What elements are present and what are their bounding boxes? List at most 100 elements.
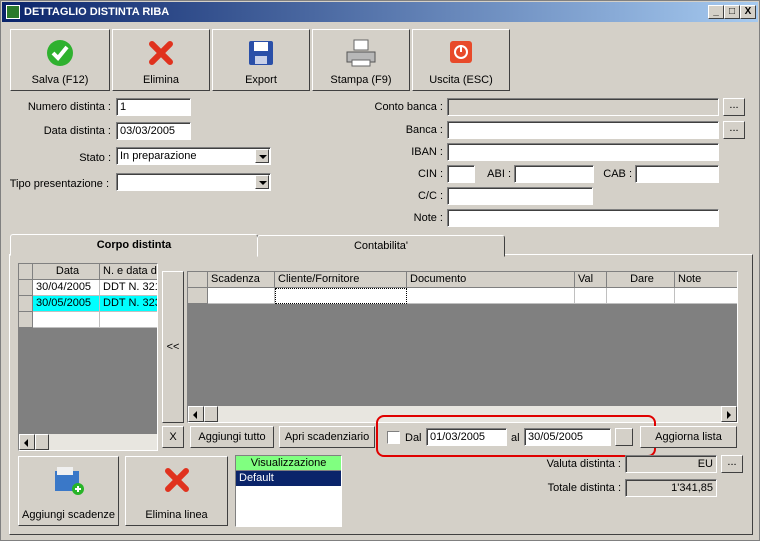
- chevron-down-icon[interactable]: [255, 175, 269, 189]
- delete-line-button[interactable]: Elimina linea: [125, 456, 228, 526]
- move-left-button[interactable]: <<: [162, 271, 184, 423]
- maximize-button[interactable]: □: [724, 5, 740, 19]
- close-button[interactable]: X: [740, 5, 756, 19]
- row-header: [19, 280, 33, 296]
- scroll-left-button[interactable]: [19, 434, 35, 450]
- exit-label: Uscita (ESC): [429, 74, 493, 86]
- main-window: DETTAGLIO DISTINTA RIBA _ □ X Salva (F12…: [0, 0, 760, 541]
- x-icon: [149, 41, 173, 65]
- left-hscrollbar[interactable]: [19, 434, 157, 450]
- dal-label: Dal: [405, 432, 422, 444]
- cin-field[interactable]: [447, 165, 475, 183]
- stato-value: In preparazione: [120, 150, 197, 162]
- table-cell[interactable]: DDT N. 321: [100, 280, 157, 296]
- title-bar: DETTAGLIO DISTINTA RIBA _ □ X: [2, 2, 758, 22]
- floppy-disk-icon: [249, 41, 273, 65]
- row-header: [19, 296, 33, 312]
- table-cell[interactable]: [407, 288, 575, 304]
- app-icon: [6, 5, 20, 19]
- print-button[interactable]: Stampa (F9): [312, 29, 410, 91]
- numero-label: Numero distinta :: [27, 101, 111, 113]
- delete-button[interactable]: Elimina: [112, 29, 210, 91]
- chevron-down-icon[interactable]: [255, 149, 269, 163]
- printer-icon: [346, 39, 376, 67]
- col-documento: Documento: [407, 272, 575, 288]
- banca-browse-button[interactable]: ...: [723, 121, 745, 139]
- scroll-left-button[interactable]: [188, 406, 204, 422]
- table-cell[interactable]: [208, 288, 275, 304]
- refresh-list-button[interactable]: Aggiorna lista: [640, 426, 737, 448]
- col-data: Data: [33, 264, 100, 280]
- stato-select[interactable]: In preparazione: [116, 147, 271, 165]
- table-cell-selected[interactable]: 30/05/2005: [33, 296, 100, 312]
- table-cell-focused[interactable]: [275, 288, 407, 304]
- folder-add-icon: [54, 467, 84, 495]
- dal-field[interactable]: 01/03/2005: [426, 428, 507, 446]
- note-field[interactable]: [447, 209, 719, 227]
- export-label: Export: [245, 74, 277, 86]
- table-cell[interactable]: [675, 288, 737, 304]
- minimize-button[interactable]: _: [708, 5, 724, 19]
- clear-button[interactable]: X: [162, 426, 184, 448]
- abi-field[interactable]: [514, 165, 594, 183]
- add-scadenze-button[interactable]: Aggiungi scadenze: [18, 456, 119, 526]
- row-header: [19, 312, 33, 328]
- add-scadenze-label: Aggiungi scadenze: [22, 509, 115, 521]
- exit-button[interactable]: Uscita (ESC): [412, 29, 510, 91]
- tipo-label: Tipo presentazione :: [9, 178, 109, 190]
- tipo-select[interactable]: [116, 173, 271, 191]
- cc-field[interactable]: [447, 187, 593, 205]
- banca-field[interactable]: [447, 121, 719, 139]
- valuta-browse-button[interactable]: ...: [721, 455, 743, 473]
- numero-field[interactable]: 1: [116, 98, 191, 116]
- tab-corpo-distinta[interactable]: Corpo distinta: [10, 234, 258, 256]
- date-picker-button[interactable]: [615, 428, 633, 446]
- right-grid[interactable]: Scadenza Cliente/Fornitore Documento Val…: [187, 271, 738, 423]
- totale-label: Totale distinta :: [547, 482, 621, 494]
- iban-label: IBAN :: [411, 146, 443, 158]
- table-cell[interactable]: [607, 288, 675, 304]
- cin-label: CIN :: [417, 168, 443, 180]
- note-label: Note :: [413, 212, 443, 224]
- cab-field[interactable]: [635, 165, 719, 183]
- valuta-field: EU: [625, 455, 717, 473]
- visualizzazione-list[interactable]: Visualizzazione Default: [235, 455, 342, 527]
- conto-label: Conto banca :: [374, 101, 444, 113]
- tab-contabilita[interactable]: Contabilita': [257, 235, 505, 257]
- visualizzazione-header: Visualizzazione: [236, 456, 341, 471]
- export-button[interactable]: Export: [212, 29, 310, 91]
- col-val: Val: [575, 272, 607, 288]
- al-field[interactable]: 30/05/2005: [524, 428, 611, 446]
- delete-line-label: Elimina linea: [145, 509, 208, 521]
- scroll-thumb[interactable]: [35, 434, 49, 450]
- table-cell[interactable]: [575, 288, 607, 304]
- conto-browse-button[interactable]: ...: [723, 98, 745, 116]
- add-all-button[interactable]: Aggiungi tutto: [190, 426, 274, 448]
- cab-label: CAB :: [603, 168, 632, 180]
- save-label: Salva (F12): [31, 74, 89, 86]
- power-icon: [450, 41, 472, 63]
- row-header: [188, 288, 208, 304]
- list-item[interactable]: Default: [236, 471, 341, 486]
- window-title: DETTAGLIO DISTINTA RIBA: [24, 6, 170, 18]
- table-cell[interactable]: 30/04/2005: [33, 280, 100, 296]
- left-grid[interactable]: Data N. e data d 30/04/2005 DDT N. 321 3…: [18, 263, 158, 451]
- data-label: Data distinta :: [43, 125, 111, 137]
- open-scadenziario-button[interactable]: Apri scadenziario: [279, 426, 375, 448]
- col-note: Note: [675, 272, 737, 288]
- delete-label: Elimina: [142, 74, 180, 86]
- data-field[interactable]: 03/03/2005: [116, 122, 191, 140]
- table-cell[interactable]: [33, 312, 100, 328]
- iban-field[interactable]: [447, 143, 719, 161]
- col-dare: Dare: [607, 272, 675, 288]
- table-cell-selected[interactable]: DDT N. 323: [100, 296, 157, 312]
- scroll-thumb[interactable]: [204, 406, 218, 422]
- scroll-right-button[interactable]: [721, 406, 737, 422]
- table-cell[interactable]: [100, 312, 157, 328]
- row-header-corner: [188, 272, 208, 288]
- date-filter-checkbox[interactable]: [387, 431, 400, 444]
- totale-field: 1'341,85: [625, 479, 717, 497]
- x-icon: [164, 468, 189, 492]
- save-button[interactable]: Salva (F12): [10, 29, 110, 91]
- row-header-corner: [19, 264, 33, 280]
